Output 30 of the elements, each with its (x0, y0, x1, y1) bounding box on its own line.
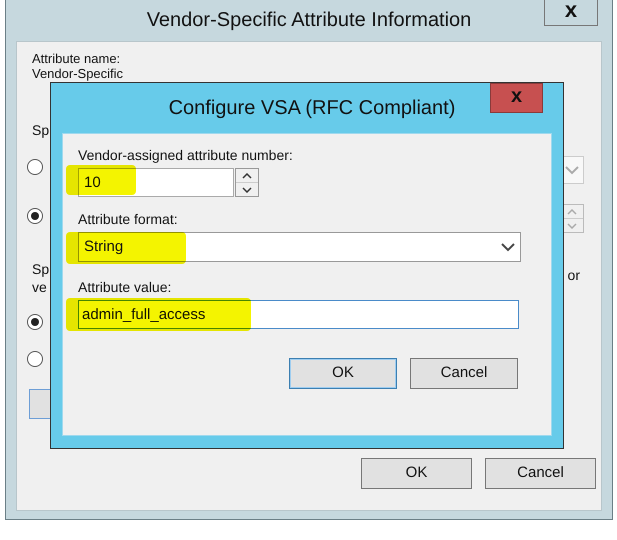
chevron-down-icon (501, 242, 515, 252)
chevron-up-icon (567, 208, 577, 214)
label-value: Vendor-Specific (32, 66, 124, 81)
chevron-up-icon (242, 172, 252, 178)
dialog-title: Configure VSA (RFC Compliant) (168, 96, 456, 121)
label: or (568, 266, 580, 285)
dialog-button[interactable]: OK (361, 458, 472, 489)
spinner-control[interactable] (235, 168, 259, 197)
field-label: Vendor-assigned attribute number: (78, 146, 294, 165)
chevron-down-icon (567, 222, 577, 228)
label: Sp (32, 260, 50, 278)
number-field[interactable]: 10 (78, 168, 234, 197)
radio-button[interactable] (27, 351, 43, 367)
radio-button[interactable] (27, 314, 43, 330)
dialog-button[interactable]: Cancel (485, 458, 596, 489)
field-label: Attribute format: (78, 210, 179, 229)
close-button[interactable]: x (544, 0, 598, 26)
radio-button[interactable] (27, 159, 43, 175)
value-field[interactable]: admin_full_access (78, 300, 519, 329)
chevron-down-icon (565, 166, 579, 174)
label: Sp (32, 123, 50, 138)
window-title: Vendor-Specific Attribute Information (146, 8, 472, 33)
field-label: Attribute value: (78, 278, 172, 297)
radio-button[interactable] (27, 208, 43, 224)
close-button[interactable]: x (490, 83, 543, 113)
label: Attribute name: (32, 51, 120, 66)
label: ve (32, 278, 48, 296)
dialog-button[interactable]: OK (289, 358, 397, 389)
dialog-button[interactable]: Cancel (410, 358, 518, 389)
chevron-down-icon (242, 186, 252, 192)
